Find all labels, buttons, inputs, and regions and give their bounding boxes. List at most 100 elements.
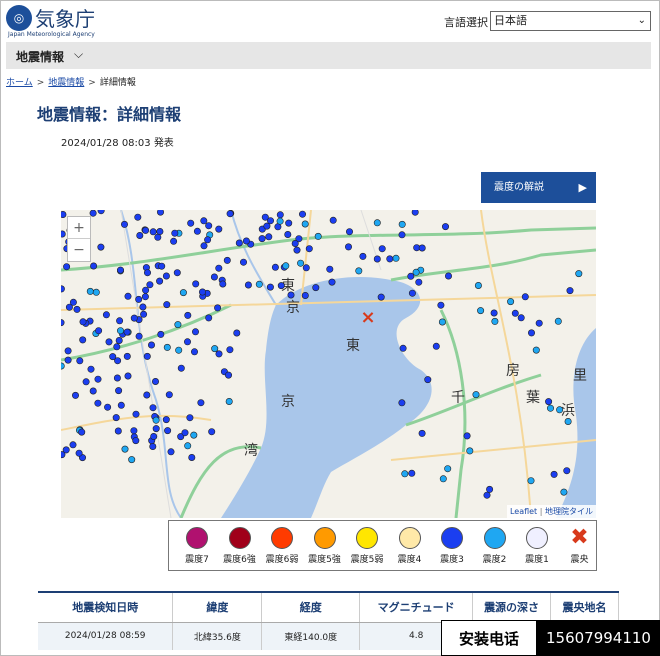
- station-marker: [157, 210, 164, 216]
- page-title: 地震情報：詳細情報: [37, 105, 182, 124]
- station-marker: [140, 310, 148, 318]
- station-marker: [162, 416, 170, 424]
- station-marker: [112, 414, 120, 422]
- station-marker: [115, 387, 123, 395]
- legend-item: ✖ 震央: [558, 525, 602, 566]
- header-magnitude: マグニチュード: [359, 591, 474, 623]
- watermark-label: 安装电话: [441, 620, 537, 656]
- intensity-swatch-icon: [186, 527, 208, 549]
- station-marker: [187, 219, 195, 227]
- expressway: [439, 309, 467, 518]
- legend-item: 震度5弱: [345, 527, 389, 565]
- station-marker: [152, 416, 160, 424]
- intensity-map[interactable]: 東京東京湾千房葉里浜 × + − Leaflet | 地理院タイル: [61, 210, 596, 518]
- breadcrumb-earthquake-link[interactable]: 地震情報: [48, 78, 84, 88]
- breadcrumb-home-link[interactable]: ホーム: [6, 78, 33, 88]
- station-marker: [61, 285, 65, 293]
- station-marker: [418, 429, 426, 437]
- station-marker: [302, 264, 310, 272]
- station-marker: [72, 391, 80, 399]
- station-marker: [271, 263, 279, 271]
- station-marker: [87, 365, 95, 373]
- station-marker: [184, 338, 192, 346]
- nav-menu-bar[interactable]: 地震情報 ⌵: [6, 42, 651, 69]
- station-marker: [92, 288, 100, 296]
- station-marker: [438, 318, 446, 326]
- station-marker: [432, 342, 440, 350]
- station-marker: [517, 314, 525, 322]
- station-marker: [97, 243, 105, 251]
- station-marker: [401, 470, 409, 478]
- map-place-label: 千: [451, 390, 465, 406]
- station-marker: [135, 332, 143, 340]
- station-marker: [114, 427, 122, 435]
- station-marker: [199, 288, 207, 296]
- station-marker: [156, 227, 164, 235]
- station-marker: [444, 465, 452, 473]
- station-marker: [265, 233, 273, 241]
- station-marker: [412, 268, 420, 276]
- map-place-label: 東: [346, 338, 360, 354]
- station-marker: [398, 231, 406, 239]
- station-marker: [486, 485, 494, 493]
- station-marker: [215, 264, 223, 272]
- station-marker: [143, 391, 151, 399]
- road: [120, 210, 172, 518]
- legend-label: 震度7: [185, 555, 209, 565]
- station-marker: [441, 223, 449, 231]
- station-marker: [225, 398, 233, 406]
- header-latitude: 緯度: [172, 591, 263, 623]
- nav-menu-title: 地震情報: [16, 50, 65, 64]
- zoom-in-button[interactable]: +: [68, 217, 90, 239]
- station-marker: [398, 399, 406, 407]
- station-marker: [219, 280, 227, 288]
- station-marker: [141, 293, 149, 301]
- station-marker: [82, 378, 90, 386]
- map-place-label: 京: [286, 300, 300, 316]
- station-marker: [225, 371, 233, 379]
- language-select[interactable]: 日本語 ⌄: [490, 11, 651, 31]
- map-canvas: 東京東京湾千房葉里浜 ×: [61, 210, 596, 518]
- station-marker: [120, 220, 128, 228]
- station-marker: [61, 319, 65, 327]
- language-label: 言語選択: [444, 16, 488, 29]
- station-marker: [142, 286, 150, 294]
- epicenter-cross-icon: ✖: [570, 525, 589, 550]
- intensity-explanation-button[interactable]: 震度の解説 ▶: [481, 172, 596, 203]
- table-header-row: 地震検知日時 緯度 経度 マグニチュード 震源の深さ 震央地名: [38, 591, 619, 623]
- station-marker: [297, 259, 305, 267]
- station-marker: [554, 317, 562, 325]
- station-marker: [301, 292, 309, 300]
- map-place-label: 房: [506, 363, 520, 379]
- station-marker: [200, 242, 208, 250]
- legend-label: 震度5強: [308, 555, 341, 565]
- station-marker: [157, 330, 165, 338]
- chevron-down-icon: ⌄: [637, 15, 646, 26]
- station-marker: [146, 281, 154, 289]
- station-marker: [266, 283, 274, 291]
- intensity-swatch-icon: [441, 527, 463, 549]
- jma-logo[interactable]: ◎ 気象庁 Japan Meteorological Agency: [6, 5, 126, 38]
- cell-detection-time: 2024/01/28 08:59: [38, 622, 174, 650]
- intensity-swatch-icon: [356, 527, 378, 549]
- leaflet-link[interactable]: Leaflet: [510, 507, 537, 516]
- tokyo-bay: [221, 277, 432, 518]
- station-marker: [130, 314, 138, 322]
- station-marker: [437, 301, 445, 309]
- station-marker: [149, 228, 157, 236]
- station-marker: [399, 344, 407, 352]
- station-marker: [181, 429, 189, 437]
- station-marker: [94, 399, 102, 407]
- gsi-tiles-link[interactable]: 地理院タイル: [545, 507, 593, 516]
- station-marker: [61, 451, 66, 459]
- station-marker: [564, 418, 572, 426]
- station-marker: [170, 237, 178, 245]
- intensity-swatch-icon: [526, 527, 548, 549]
- zoom-out-button[interactable]: −: [68, 239, 90, 261]
- station-marker: [154, 233, 162, 241]
- station-marker: [97, 210, 105, 215]
- station-marker: [116, 327, 124, 335]
- legend-item: 震度6弱: [260, 527, 304, 565]
- station-marker: [511, 309, 519, 317]
- station-marker: [174, 321, 182, 329]
